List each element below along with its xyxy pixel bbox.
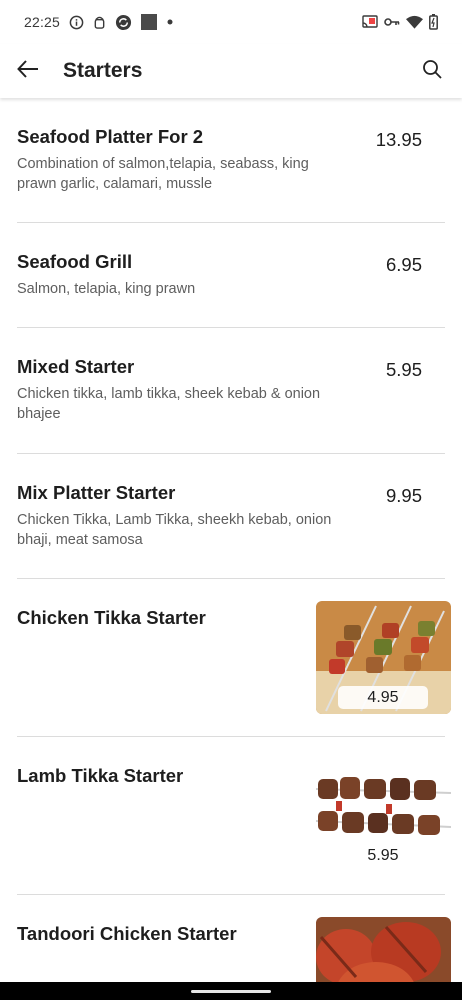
item-price: 6.95 <box>385 254 422 275</box>
menu-item[interactable]: Lamb Tikka Starter 5.95 <box>17 737 451 895</box>
page-title: Starters <box>63 59 143 82</box>
menu-item[interactable]: Mix Platter Starter Chicken Tikka, Lamb … <box>17 454 445 579</box>
back-button[interactable] <box>0 44 56 98</box>
home-gesture-handle[interactable] <box>191 990 271 993</box>
item-name: Seafood Grill <box>17 251 133 272</box>
info-icon <box>69 15 84 30</box>
item-name: Mix Platter Starter <box>17 482 176 503</box>
android-icon <box>93 15 106 30</box>
square-icon <box>141 14 158 30</box>
item-price: 13.95 <box>375 129 422 150</box>
menu-item[interactable]: Chicken Tikka Starter 4.95 <box>17 579 451 737</box>
item-price: 9.95 <box>385 485 422 506</box>
app-bar: Starters <box>0 44 462 98</box>
cast-icon <box>362 15 378 29</box>
navigation-bar <box>0 982 462 1000</box>
vpn-key-icon <box>384 17 400 27</box>
search-icon <box>422 59 442 84</box>
item-description: Chicken tikka, lamb tikka, sheek kebab &… <box>17 386 321 422</box>
image-price-badge: 5.95 <box>338 844 428 867</box>
menu-item[interactable]: Seafood Grill Salmon, telapia, king praw… <box>17 223 445 328</box>
wifi-icon <box>406 15 423 29</box>
item-image: 4.95 <box>316 601 451 714</box>
item-name: Mixed Starter <box>17 356 135 377</box>
item-price: 5.95 <box>385 359 422 380</box>
dot-icon <box>166 18 174 26</box>
sync-icon <box>115 14 132 31</box>
item-description: Combination of salmon,telapia, seabass, … <box>17 156 309 192</box>
item-image: 5.95 <box>316 759 451 872</box>
menu-item[interactable]: Mixed Starter Chicken tikka, lamb tikka,… <box>17 328 445 454</box>
image-price-badge: 4.95 <box>338 686 428 709</box>
arrow-back-icon <box>17 59 39 83</box>
search-button[interactable] <box>404 44 460 98</box>
menu-list: Seafood Platter For 2 Combination of sal… <box>0 98 462 1000</box>
menu-item[interactable]: Seafood Platter For 2 Combination of sal… <box>17 98 445 223</box>
battery-icon <box>429 14 438 30</box>
status-time: 22:25 <box>24 14 61 30</box>
item-description: Salmon, telapia, king prawn <box>17 281 196 297</box>
status-bar: 22:25 <box>0 0 462 44</box>
item-description: Chicken Tikka, Lamb Tikka, sheekh kebab,… <box>17 512 332 548</box>
